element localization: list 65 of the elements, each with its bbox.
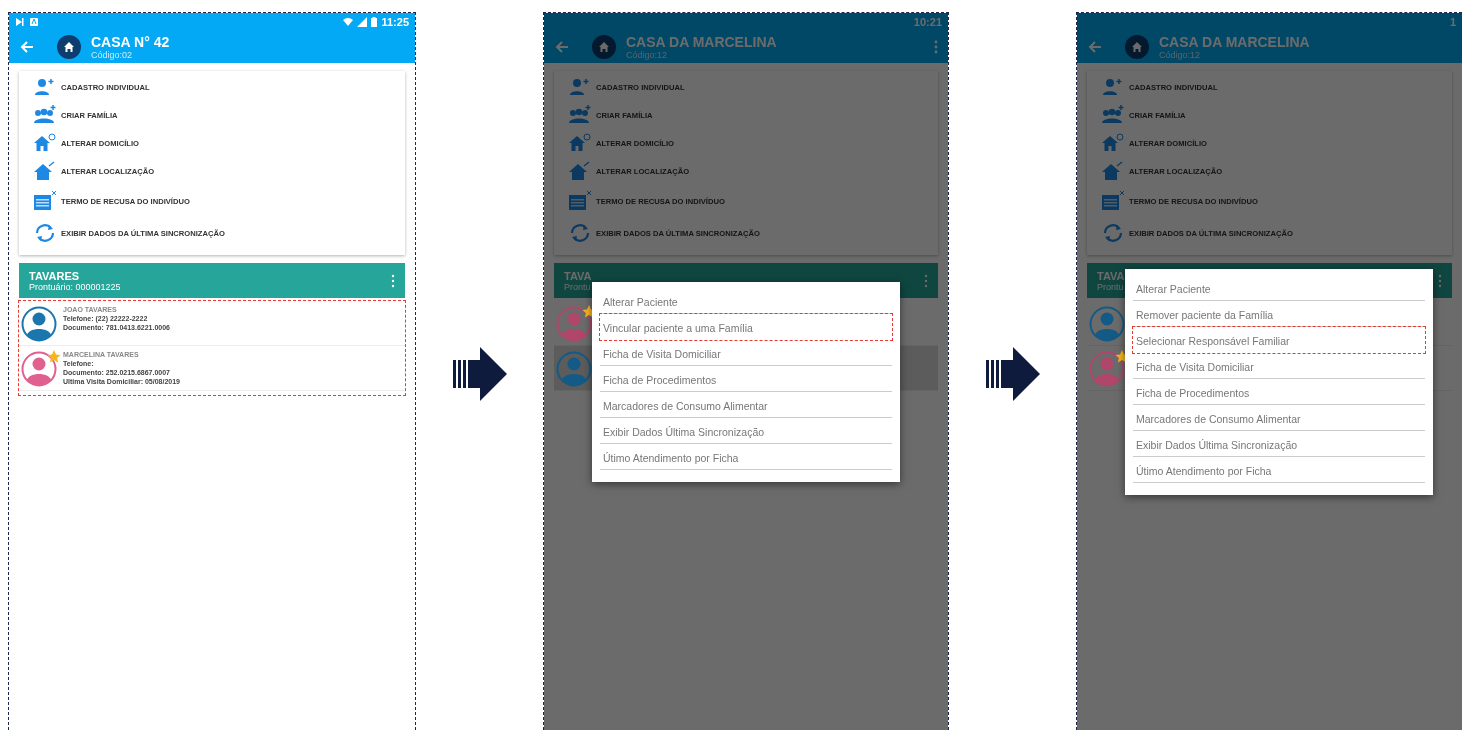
right-arrow-icon xyxy=(452,347,507,401)
form-icon xyxy=(1101,191,1125,211)
battery-icon xyxy=(371,17,378,27)
back-arrow-icon[interactable] xyxy=(554,39,570,55)
home-icon xyxy=(57,35,81,59)
menu-item[interactable]: Alterar Paciente xyxy=(600,287,892,314)
family-name: TAVA xyxy=(1097,269,1125,282)
person-add-icon xyxy=(568,77,592,97)
house-icon xyxy=(33,133,57,153)
record-number: Prontu xyxy=(1097,281,1124,292)
menu-item[interactable]: Vincular paciente a uma Família xyxy=(600,313,892,340)
back-arrow-icon[interactable] xyxy=(1087,39,1103,55)
menu-item[interactable]: Exibir Dados Última Sincronização xyxy=(600,417,892,444)
family-name: TAVARES xyxy=(29,269,80,282)
house-icon xyxy=(33,161,57,181)
back-arrow-icon[interactable] xyxy=(19,39,35,55)
group-add-icon xyxy=(1101,105,1125,125)
wifi-icon xyxy=(343,17,354,27)
more-icon[interactable] xyxy=(1438,273,1442,288)
menu-item[interactable]: Útimo Atendimento por Ficha xyxy=(1133,456,1425,483)
sync-icon xyxy=(1101,223,1125,243)
group-add-icon xyxy=(33,105,57,125)
menu-item[interactable]: Ficha de Visita Domiciliar xyxy=(600,339,892,366)
more-icon[interactable] xyxy=(924,273,928,288)
group-add-icon xyxy=(568,105,592,125)
status-time: 11:25 xyxy=(381,16,409,28)
record-number: Prontuário: 000001225 xyxy=(29,281,121,292)
sync-icon xyxy=(33,223,57,243)
house-code: Código:02 xyxy=(91,49,134,60)
house-title: CASA DA MARCELINA xyxy=(1159,34,1311,50)
sync-icon xyxy=(568,223,592,243)
house-title: CASA DA MARCELINA xyxy=(626,34,778,50)
signal-icon xyxy=(357,17,368,27)
menu-item[interactable]: Marcadores de Consumo Alimentar xyxy=(600,391,892,418)
family-name: TAVA xyxy=(564,269,592,282)
house-icon xyxy=(1101,133,1125,153)
house-icon xyxy=(568,161,592,181)
play-icon xyxy=(15,17,25,27)
house-code: Código:12 xyxy=(626,49,669,60)
menu-item[interactable]: Alterar Paciente xyxy=(1133,274,1425,301)
more-icon[interactable] xyxy=(934,40,938,54)
form-icon xyxy=(568,191,592,211)
home-icon xyxy=(1125,35,1149,59)
notification-icon xyxy=(29,17,39,27)
status-time: 1 xyxy=(1449,16,1456,28)
menu-item[interactable]: Ficha de Visita Domiciliar xyxy=(1133,352,1425,379)
menu-item[interactable]: Útimo Atendimento por Ficha xyxy=(600,443,892,470)
more-icon[interactable] xyxy=(391,273,395,288)
home-icon xyxy=(592,35,616,59)
menu-item[interactable]: Ficha de Procedimentos xyxy=(1133,378,1425,405)
menu-item[interactable]: Exibir Dados Última Sincronização xyxy=(1133,430,1425,457)
house-code: Código:12 xyxy=(1159,49,1202,60)
person-add-icon xyxy=(1101,77,1125,97)
status-time: 10:21 xyxy=(913,16,942,28)
person-add-icon xyxy=(33,77,57,97)
house-title: CASA N° 42 xyxy=(91,34,171,50)
menu-item[interactable]: Ficha de Procedimentos xyxy=(600,365,892,392)
right-arrow-icon xyxy=(985,347,1040,401)
menu-item[interactable]: Marcadores de Consumo Alimentar xyxy=(1133,404,1425,431)
form-icon xyxy=(33,191,57,211)
record-number: Prontu xyxy=(564,281,591,292)
house-icon xyxy=(1101,161,1125,181)
menu-item[interactable]: Remover paciente da Família xyxy=(1133,300,1425,327)
menu-item[interactable]: Selecionar Responsável Familiar xyxy=(1133,326,1425,353)
house-icon xyxy=(568,133,592,153)
